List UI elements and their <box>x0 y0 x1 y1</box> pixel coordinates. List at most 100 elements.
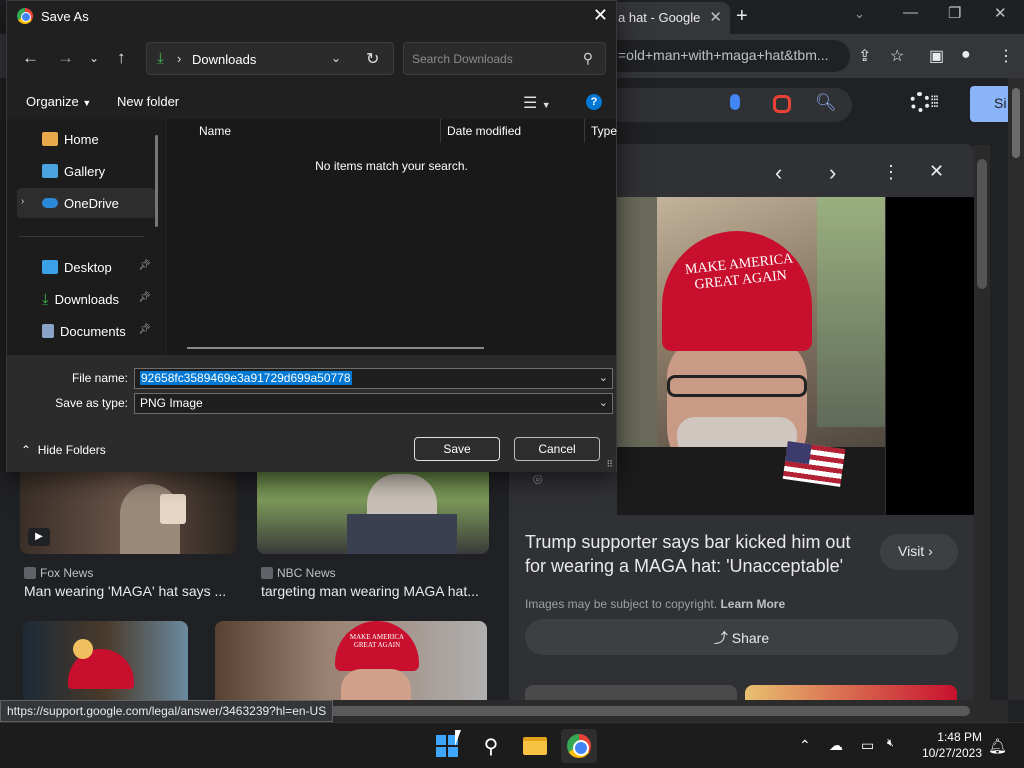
search-icon: ⚲ <box>483 735 499 758</box>
search-icon[interactable]: ⚲ <box>583 50 593 67</box>
result-thumbnail[interactable]: MAKE AMERICA GREAT AGAIN <box>215 621 487 700</box>
breadcrumb-chevron-icon[interactable]: › <box>177 51 181 66</box>
restore-icon[interactable]: ❐ <box>948 4 961 22</box>
learn-more-link[interactable]: Learn More <box>720 597 785 611</box>
microphone-icon[interactable] <box>730 94 740 110</box>
lens-search-icon[interactable]: ⌾ <box>533 472 543 490</box>
gallery-icon <box>42 164 58 178</box>
notification-bell-icon[interactable]: 🔔︎ <box>988 737 1007 755</box>
network-icon[interactable]: ▭ <box>861 737 874 754</box>
search-downloads-input[interactable]: Search Downloads ⚲ <box>403 42 606 75</box>
share-button[interactable]: ⤴ Share <box>525 619 958 655</box>
volume-muted-icon[interactable]: 🔇︎ <box>887 737 894 750</box>
column-divider[interactable] <box>584 119 585 143</box>
omnibox[interactable]: =old+man+with+maga+hat&tbm... <box>610 40 850 72</box>
scrollbar-thumb[interactable] <box>977 159 987 289</box>
refresh-icon[interactable]: ↻ <box>366 49 379 69</box>
chrome-taskbar-button[interactable] <box>561 729 597 763</box>
side-panel-icon[interactable]: ▣ <box>929 46 944 66</box>
dropdown-chevron-icon[interactable]: ⌄ <box>599 396 608 409</box>
result-source[interactable]: NBC News <box>261 566 336 580</box>
more-options-icon[interactable]: ⋮ <box>882 162 900 183</box>
result-thumbnail[interactable] <box>257 464 489 554</box>
organize-menu[interactable]: Organize ▼ <box>26 94 91 109</box>
dialog-close-icon[interactable]: ✕ <box>593 5 608 26</box>
show-hidden-icons-chevron-icon[interactable]: ⌃ <box>799 737 811 754</box>
related-thumbnail[interactable] <box>525 685 737 700</box>
profile-icon[interactable]: ● <box>961 46 971 64</box>
chrome-icon <box>567 734 591 758</box>
next-chevron-icon[interactable]: › <box>829 160 836 186</box>
sign-in-button[interactable]: Si <box>970 86 1010 122</box>
dropdown-chevron-icon[interactable]: ⌄ <box>599 371 608 384</box>
copyright-notice: Images may be subject to copyright. Lear… <box>525 597 785 611</box>
help-icon[interactable]: ? <box>586 94 602 110</box>
address-bar[interactable]: ⤓ › Downloads ⌄ ↻ <box>146 42 394 75</box>
nav-item-label: Home <box>64 131 99 147</box>
nav-item-desktop[interactable]: Desktop 📌︎ <box>17 252 155 282</box>
result-thumbnail[interactable]: ▶ <box>20 464 237 554</box>
column-header-type[interactable]: Type <box>591 124 617 138</box>
system-clock[interactable]: 1:48 PM 10/27/2023 <box>912 729 982 761</box>
nav-item-documents[interactable]: Documents 📌︎ <box>17 316 155 346</box>
nav-scrollbar[interactable] <box>155 135 158 227</box>
cancel-button[interactable]: Cancel <box>514 437 600 461</box>
gear-icon[interactable] <box>910 92 930 112</box>
column-header-name[interactable]: Name <box>199 124 231 138</box>
new-tab-button[interactable]: + <box>736 5 748 28</box>
result-thumbnail[interactable] <box>23 621 188 700</box>
preview-title[interactable]: Trump supporter says bar kicked him out … <box>525 530 865 578</box>
tab-search-chevron-icon[interactable]: ⌄ <box>854 6 865 22</box>
result-title[interactable]: Man wearing 'MAGA' hat says ... <box>24 583 226 599</box>
preview-scrollbar[interactable] <box>974 145 990 700</box>
minimize-icon[interactable]: — <box>903 4 918 21</box>
google-search-bar[interactable]: 🔍︎ <box>590 88 852 122</box>
hide-folders-toggle[interactable]: ⌃ Hide Folders <box>21 443 106 457</box>
preview-image[interactable]: MAKE AMERICA GREAT AGAIN <box>617 197 885 515</box>
nav-item-onedrive[interactable]: › OneDrive <box>17 188 155 218</box>
nav-item-gallery[interactable]: Gallery <box>17 156 155 186</box>
save-type-select[interactable]: PNG Image ⌄ <box>134 393 613 414</box>
file-name-field[interactable]: 92658fc3589469e3a91729d699a50778 ⌄ <box>134 368 613 389</box>
result-source[interactable]: Fox News <box>24 566 93 580</box>
pin-icon[interactable]: 📌︎ <box>138 324 151 335</box>
address-text[interactable]: Downloads <box>192 52 256 67</box>
column-header-date-modified[interactable]: Date modified <box>447 124 521 138</box>
forward-arrow-icon[interactable]: → <box>57 48 74 68</box>
nav-item-home[interactable]: Home <box>17 124 155 154</box>
back-arrow-icon[interactable]: ← <box>22 48 39 68</box>
nav-item-downloads[interactable]: ⤓ Downloads 📌︎ <box>17 284 155 314</box>
pin-icon[interactable]: 📌︎ <box>138 292 151 303</box>
file-explorer-button[interactable] <box>517 729 553 763</box>
address-dropdown-icon[interactable]: ⌄ <box>331 51 341 65</box>
previous-chevron-icon[interactable]: ‹ <box>775 160 782 186</box>
expand-chevron-icon[interactable]: › <box>21 196 24 207</box>
related-thumbnail[interactable] <box>745 685 957 700</box>
view-options-icon[interactable]: ☰ ▼ <box>523 93 551 113</box>
onedrive-status-icon[interactable]: ☁ <box>829 737 843 754</box>
visit-button[interactable]: Visit › <box>880 534 958 570</box>
scrollbar-thumb[interactable] <box>1012 88 1020 158</box>
google-lens-icon[interactable] <box>773 95 791 113</box>
file-list-scrollbar[interactable] <box>187 347 484 349</box>
recent-locations-chevron-icon[interactable]: ⌄ <box>89 51 99 65</box>
pin-icon[interactable]: 📌︎ <box>138 260 151 271</box>
menu-kebab-icon[interactable]: ⋮ <box>998 46 1014 66</box>
taskbar-search-button[interactable]: ⚲ <box>473 729 509 763</box>
save-type-label: Save as type: <box>55 396 128 410</box>
apps-grid-icon[interactable]: ⁞⁞⁞ <box>930 94 939 112</box>
bookmark-star-icon[interactable]: ☆ <box>890 46 904 66</box>
up-arrow-icon[interactable]: ↑ <box>117 48 126 68</box>
search-icon[interactable]: 🔍︎ <box>815 93 837 113</box>
column-divider[interactable] <box>440 119 441 143</box>
omnibox-url: =old+man+with+maga+hat&tbm... <box>618 47 829 63</box>
save-button[interactable]: Save <box>414 437 500 461</box>
share-page-icon[interactable]: ⇪ <box>858 46 871 66</box>
resize-grip-icon[interactable]: ⠿ <box>606 459 613 470</box>
result-title[interactable]: targeting man wearing MAGA hat... <box>261 583 479 599</box>
tab-close-icon[interactable]: ✕ <box>709 8 722 26</box>
new-folder-button[interactable]: New folder <box>117 94 179 109</box>
window-close-icon[interactable]: ✕ <box>994 4 1007 22</box>
close-preview-icon[interactable]: ✕ <box>929 161 944 182</box>
page-scrollbar[interactable] <box>1008 78 1024 700</box>
